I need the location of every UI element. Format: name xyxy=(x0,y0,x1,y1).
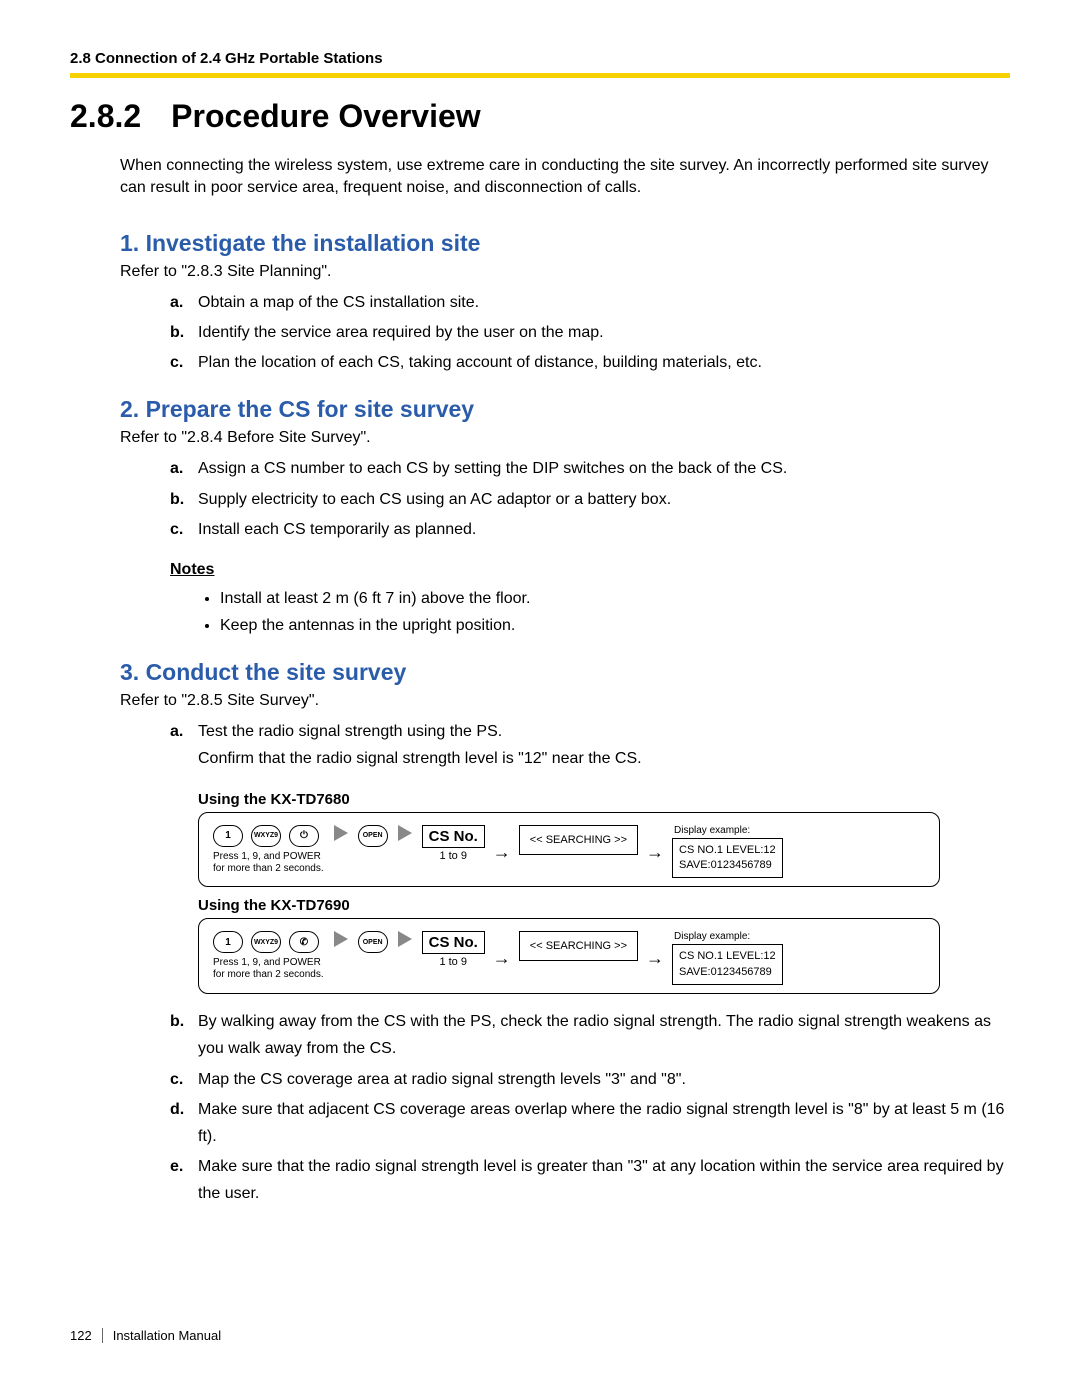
heading-prepare: 2. Prepare the CS for site survey xyxy=(120,396,1010,423)
device-label-7690: Using the KX-TD7690 xyxy=(198,897,1010,914)
list-item: b.By walking away from the CS with the P… xyxy=(170,1008,1010,1062)
device-label-7680: Using the KX-TD7680 xyxy=(198,791,1010,808)
triangle-icon xyxy=(334,931,348,947)
refer-2: Refer to "2.8.4 Before Site Survey". xyxy=(120,429,1010,447)
press-note: Press 1, 9, and POWER for more than 2 se… xyxy=(213,957,324,981)
arrow-icon: → xyxy=(646,843,664,861)
display-example-box: CS NO.1 LEVEL:12 SAVE:0123456789 xyxy=(672,838,783,879)
searching-box: << SEARCHING >> xyxy=(519,931,638,961)
list-item: e.Make sure that the radio signal streng… xyxy=(170,1153,1010,1207)
list-item: a.Assign a CS number to each CS by setti… xyxy=(170,455,1010,482)
key-open-icon: OPEN xyxy=(358,931,388,953)
list-item: a.Obtain a map of the CS installation si… xyxy=(170,289,1010,316)
heading-conduct: 3. Conduct the site survey xyxy=(120,659,1010,686)
csno-box: CS No. xyxy=(422,825,485,848)
list-s2: a.Assign a CS number to each CS by setti… xyxy=(70,455,1010,543)
section-title: Procedure Overview xyxy=(171,98,480,134)
key-9-icon: WXYZ9 xyxy=(251,825,281,847)
note-item: Install at least 2 m (6 ft 7 in) above t… xyxy=(220,585,1010,612)
display-example-label: Display example: xyxy=(674,825,783,836)
key-handset-icon: ✆ xyxy=(289,931,319,953)
device-box-7680: 1 WXYZ9 ⏻ Press 1, 9, and POWER for more… xyxy=(198,812,940,888)
section-heading: 2.8.2 Procedure Overview xyxy=(70,98,1010,135)
device-box-7690: 1 WXYZ9 ✆ Press 1, 9, and POWER for more… xyxy=(198,918,940,994)
csno-range: 1 to 9 xyxy=(439,956,467,968)
list-item: d.Make sure that adjacent CS coverage ar… xyxy=(170,1096,1010,1150)
header-divider xyxy=(70,73,1010,78)
heading-investigate: 1. Investigate the installation site xyxy=(120,230,1010,257)
page-header: 2.8 Connection of 2.4 GHz Portable Stati… xyxy=(70,50,1010,67)
display-example-box: CS NO.1 LEVEL:12 SAVE:0123456789 xyxy=(672,944,783,985)
list-item: c.Install each CS temporarily as planned… xyxy=(170,516,1010,543)
key-9-icon: WXYZ9 xyxy=(251,931,281,953)
notes-heading: Notes xyxy=(170,561,1010,579)
arrow-icon: → xyxy=(646,949,664,967)
intro-paragraph: When connecting the wireless system, use… xyxy=(120,155,1010,200)
list-item: b.Supply electricity to each CS using an… xyxy=(170,486,1010,513)
press-note: Press 1, 9, and POWER for more than 2 se… xyxy=(213,851,324,875)
list-item: b.Identify the service area required by … xyxy=(170,319,1010,346)
arrow-icon: → xyxy=(493,843,511,861)
list-s1: a.Obtain a map of the CS installation si… xyxy=(70,289,1010,377)
csno-box: CS No. xyxy=(422,931,485,954)
page-number: 122 xyxy=(70,1328,103,1343)
list-item: c.Map the CS coverage area at radio sign… xyxy=(170,1066,1010,1093)
footer-doc-title: Installation Manual xyxy=(113,1328,221,1343)
note-item: Keep the antennas in the upright positio… xyxy=(220,612,1010,639)
triangle-icon xyxy=(398,825,412,841)
refer-3: Refer to "2.8.5 Site Survey". xyxy=(120,692,1010,710)
refer-1: Refer to "2.8.3 Site Planning". xyxy=(120,263,1010,281)
key-power-icon: ⏻ xyxy=(289,825,319,847)
page-footer: 122 Installation Manual xyxy=(70,1328,1010,1343)
key-1-icon: 1 xyxy=(213,825,243,847)
triangle-icon xyxy=(334,825,348,841)
list-item: a.Test the radio signal strength using t… xyxy=(170,718,1010,772)
list-s3a: a.Test the radio signal strength using t… xyxy=(70,718,1010,772)
key-1-icon: 1 xyxy=(213,931,243,953)
notes-list: Install at least 2 m (6 ft 7 in) above t… xyxy=(70,585,1010,639)
display-example-label: Display example: xyxy=(674,931,783,942)
arrow-icon: → xyxy=(493,949,511,967)
csno-range: 1 to 9 xyxy=(439,850,467,862)
list-item: c.Plan the location of each CS, taking a… xyxy=(170,349,1010,376)
triangle-icon xyxy=(398,931,412,947)
list-s3rest: b.By walking away from the CS with the P… xyxy=(70,1008,1010,1207)
section-number: 2.8.2 xyxy=(70,98,141,135)
key-open-icon: OPEN xyxy=(358,825,388,847)
searching-box: << SEARCHING >> xyxy=(519,825,638,855)
